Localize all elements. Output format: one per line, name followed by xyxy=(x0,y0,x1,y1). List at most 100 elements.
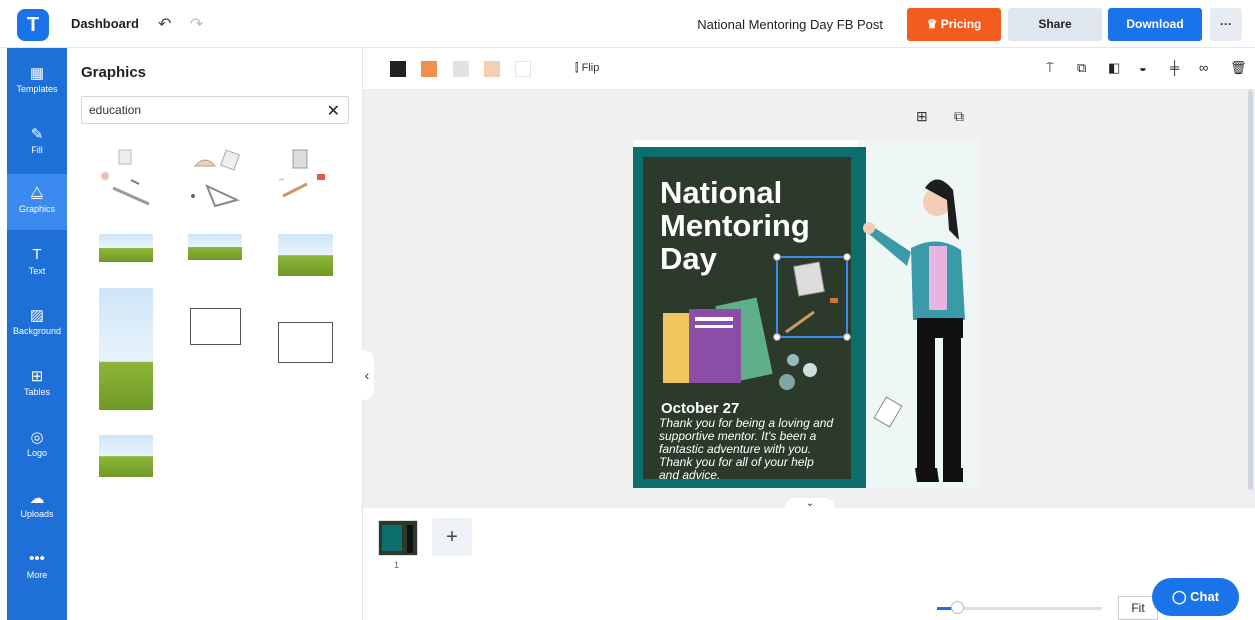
rail-item-logo[interactable]: ◎ Logo xyxy=(7,418,67,474)
align-icon[interactable]: ╪ xyxy=(1170,60,1179,75)
graphic-result[interactable] xyxy=(185,146,247,208)
rail-item-templates[interactable]: ▦ Templates xyxy=(7,54,67,110)
delete-icon[interactable]: 🗑 xyxy=(1230,60,1247,76)
chat-bubble-icon: ◯ xyxy=(1171,589,1187,604)
resize-handle[interactable] xyxy=(843,253,851,261)
rail-label: Text xyxy=(28,266,46,276)
more-options-button[interactable]: ··· xyxy=(1210,8,1242,41)
download-button[interactable]: Download xyxy=(1108,8,1202,41)
landscape-graphic[interactable] xyxy=(188,234,242,260)
text-icon: T xyxy=(32,246,42,263)
bubbles-illustration xyxy=(779,354,817,390)
rail-label: Graphics xyxy=(18,204,55,214)
page-thumbnail[interactable] xyxy=(378,520,418,556)
layer-order-icon[interactable]: ◧ xyxy=(1108,60,1120,76)
panel-title: Graphics xyxy=(81,64,147,81)
calculator-graphic xyxy=(785,261,838,334)
opacity-icon[interactable]: ◒ xyxy=(1139,60,1147,75)
books-illustration[interactable] xyxy=(661,295,781,395)
document-title[interactable]: National Mentoring Day FB Post xyxy=(640,17,883,32)
design-page[interactable]: National Mentoring Day October 27 Thank … xyxy=(633,140,979,488)
fill-icon: ✎ xyxy=(30,126,44,143)
frame-graphic[interactable] xyxy=(190,308,241,345)
resize-handle[interactable] xyxy=(773,333,781,341)
landscape-graphic[interactable] xyxy=(99,435,153,477)
rail-item-uploads[interactable]: ☁ Uploads xyxy=(7,479,67,535)
chat-button[interactable]: ◯ Chat xyxy=(1152,578,1239,616)
copy-page-icon[interactable]: ⧉ xyxy=(954,108,964,125)
close-icon[interactable]: ✕ xyxy=(327,101,340,121)
rail-item-text[interactable]: T Text xyxy=(7,236,67,292)
paint-roller-icon[interactable]: ⍑ xyxy=(1046,60,1054,76)
rail-item-tables[interactable]: ⊞ Tables xyxy=(7,357,67,413)
canvas-toolbar: ⫿ Flip ⍑ ⧉ ◧ ◒ ╪ ∞ 🗑 xyxy=(363,48,1255,90)
undo-icon[interactable]: ↶ xyxy=(158,14,171,34)
rail-label: More xyxy=(26,570,48,580)
flip-label: Flip xyxy=(581,62,600,74)
zoom-slider-handle[interactable] xyxy=(951,601,964,614)
rail-item-background[interactable]: ▨ Background xyxy=(7,296,67,352)
rail-item-more[interactable]: ••• More xyxy=(7,540,67,596)
editor-app: T Dashboard ↶ ↷ National Mentoring Day F… xyxy=(0,0,1255,620)
flip-button[interactable]: ⫿ Flip xyxy=(575,62,599,75)
rail-label: Fill xyxy=(31,145,43,155)
resize-handle[interactable] xyxy=(843,333,851,341)
templates-icon: ▦ xyxy=(29,65,45,82)
collapse-panel-button[interactable]: ‹ xyxy=(360,350,374,400)
selected-graphic[interactable] xyxy=(773,253,851,341)
add-page-button[interactable]: + xyxy=(432,518,472,556)
rail-label: Tables xyxy=(23,387,50,397)
link-icon[interactable]: ∞ xyxy=(1199,60,1208,75)
landscape-graphic[interactable] xyxy=(278,234,333,276)
uploads-icon: ☁ xyxy=(29,490,45,507)
page-number: 1 xyxy=(394,560,400,570)
chat-label: Chat xyxy=(1190,589,1220,604)
more-icon: ••• xyxy=(29,550,45,567)
crown-icon: ♛ xyxy=(926,17,938,31)
graphics-panel: Graphics ✕ ✂ xyxy=(67,48,363,620)
rail-label: Logo xyxy=(26,448,48,458)
thumbnail-board xyxy=(382,525,402,551)
color-swatch[interactable] xyxy=(515,61,531,77)
duplicate-icon[interactable]: ⧉ xyxy=(1077,60,1086,76)
rail-label: Uploads xyxy=(20,509,54,519)
rail-label: Background xyxy=(12,326,62,336)
design-message[interactable]: Thank you for being a loving and support… xyxy=(659,417,834,482)
add-page-icon[interactable]: ⊞ xyxy=(916,108,928,125)
pricing-button[interactable]: ♛ Pricing xyxy=(907,8,1001,41)
color-swatch[interactable] xyxy=(421,61,437,77)
graphic-result[interactable] xyxy=(95,146,157,208)
left-rail: ▦ Templates ✎ Fill ⧋ Graphics T Text ▨ B… xyxy=(7,48,67,620)
color-swatch[interactable] xyxy=(453,61,469,77)
resize-handle[interactable] xyxy=(773,253,781,261)
frame-graphic[interactable] xyxy=(278,322,333,363)
tables-icon: ⊞ xyxy=(30,368,44,385)
graphics-icon: ⧋ xyxy=(30,184,44,201)
search-input[interactable] xyxy=(82,97,312,123)
svg-text:✂: ✂ xyxy=(279,177,285,184)
vertical-scrollbar[interactable] xyxy=(1248,90,1253,490)
landscape-graphic[interactable] xyxy=(99,234,153,262)
headline-line: Mentoring xyxy=(660,208,810,243)
share-button[interactable]: Share xyxy=(1008,8,1102,41)
woman-illustration[interactable] xyxy=(855,170,979,488)
app-logo[interactable]: T xyxy=(17,9,49,41)
pricing-label: Pricing xyxy=(940,17,982,31)
headline-line: National xyxy=(660,175,783,210)
thumbnail-figure xyxy=(407,525,413,553)
color-swatch[interactable] xyxy=(484,61,500,77)
color-swatch[interactable] xyxy=(390,61,406,77)
redo-icon[interactable]: ↷ xyxy=(190,14,203,34)
top-bar: T Dashboard ↶ ↷ National Mentoring Day F… xyxy=(0,0,1255,48)
rail-item-fill[interactable]: ✎ Fill xyxy=(7,115,67,171)
design-date[interactable]: October 27 xyxy=(661,400,739,417)
rail-label: Templates xyxy=(16,84,58,94)
flip-icon: ⫿ xyxy=(575,62,579,74)
search-box: ✕ xyxy=(81,96,349,124)
dashboard-link[interactable]: Dashboard xyxy=(71,16,139,31)
logo-icon: ◎ xyxy=(30,429,44,446)
rail-item-graphics[interactable]: ⧋ Graphics xyxy=(7,174,67,230)
tall-landscape-graphic[interactable] xyxy=(99,288,153,410)
graphic-result[interactable]: ✂ xyxy=(275,146,337,208)
background-icon: ▨ xyxy=(29,307,45,324)
